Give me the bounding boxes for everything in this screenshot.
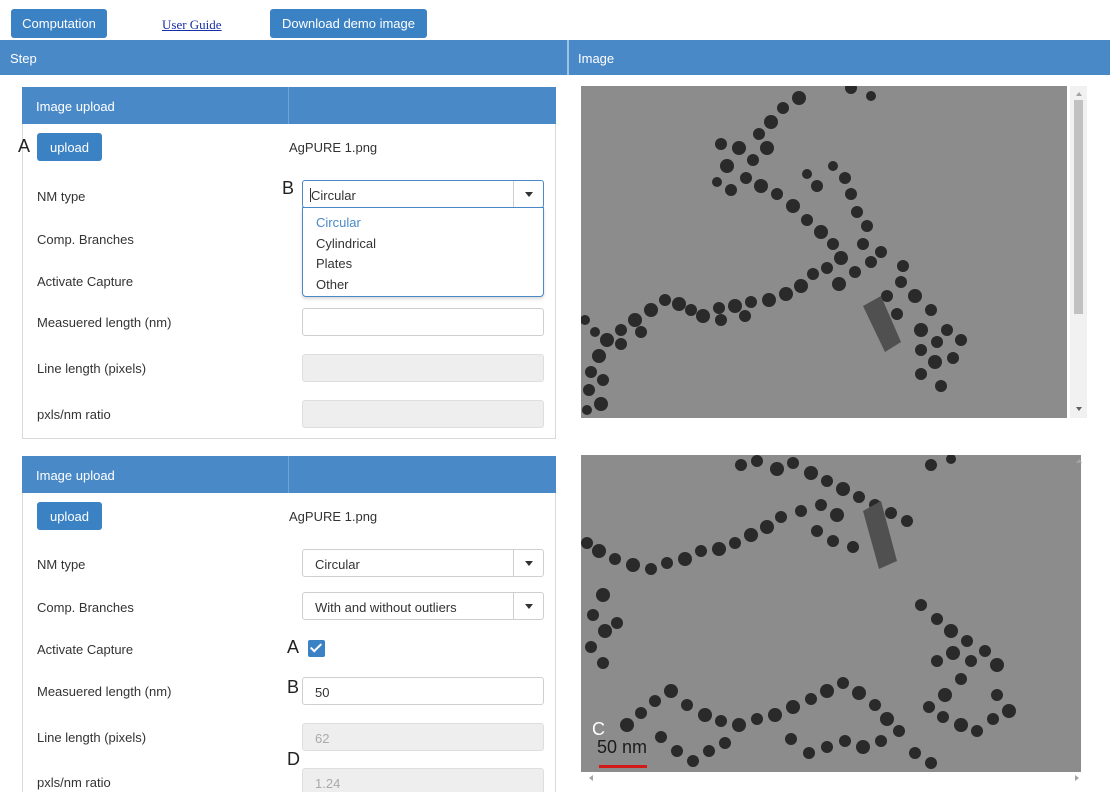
tem-image-1 <box>581 86 1067 418</box>
header-bar: Step Image <box>0 40 1110 75</box>
comp-branches-select-2[interactable]: With and without outliers <box>302 592 544 620</box>
image-column-header: Image <box>578 51 615 66</box>
panel-1-title: Image upload <box>36 99 115 114</box>
panel-2-title: Image upload <box>36 468 115 483</box>
marker-a: A <box>287 637 300 657</box>
nm-type-dropdown: Circular Cylindrical Plates Other <box>302 207 544 297</box>
chevron-down-icon[interactable] <box>513 593 543 619</box>
measured-length-label-2: Measuered length (nm) <box>37 684 172 699</box>
scroll-thumb-1[interactable] <box>1074 100 1083 314</box>
comp-branches-label-2: Comp. Branches <box>37 600 134 615</box>
scroll-right-arrow-icon[interactable] <box>1075 775 1079 781</box>
scroll-left-arrow-icon[interactable] <box>589 775 593 781</box>
line-length-label-2: Line length (pixels) <box>37 730 147 745</box>
marker-b: B <box>282 178 295 198</box>
measured-length-label-1: Measuered length (nm) <box>37 315 172 330</box>
panel-2-header-separator <box>288 456 289 493</box>
nm-type-select-value: Circular <box>311 188 356 203</box>
comp-branches-label-1: Comp. Branches <box>37 232 134 247</box>
text-cursor <box>310 188 311 202</box>
dropdown-option-other[interactable]: Other <box>316 277 349 292</box>
activate-capture-label-1: Activate Capture <box>37 274 134 289</box>
line-length-input-2: 62 <box>302 723 544 751</box>
ratio-input-1 <box>302 400 544 428</box>
activate-capture-label-2: Activate Capture <box>37 642 134 657</box>
image-viewer-2: C 50 nm <box>581 455 1089 783</box>
upload-button-2[interactable]: upload <box>37 502 102 530</box>
tem-image-1-graphic <box>581 86 1067 418</box>
line-length-label-1: Line length (pixels) <box>37 361 147 376</box>
panel-1-header: Image upload <box>22 87 556 124</box>
measured-length-input-1[interactable] <box>302 308 544 336</box>
step-column-header: Step <box>10 51 37 66</box>
nm-type-label-2: NM type <box>37 557 86 572</box>
line-length-input-1 <box>302 354 544 382</box>
filename-1: AgPURE 1.png <box>289 140 378 155</box>
marker-a: A <box>18 136 31 156</box>
comp-branches-select-value-2: With and without outliers <box>315 600 457 615</box>
scroll-down-arrow-icon[interactable] <box>1076 407 1082 411</box>
horizontal-scrollbar-2[interactable] <box>581 773 1081 783</box>
dropdown-option-plates[interactable]: Plates <box>316 256 352 271</box>
upload-button-1[interactable]: upload <box>37 133 102 161</box>
nm-type-select-1[interactable]: Circular <box>302 180 544 208</box>
marker-d: D <box>287 749 300 769</box>
activate-capture-checkbox[interactable] <box>308 640 325 657</box>
marker-b: B <box>287 677 300 697</box>
nm-type-label-1: NM type <box>37 189 86 204</box>
user-guide-link[interactable]: User Guide <box>162 17 222 33</box>
scroll-up-arrow-icon[interactable] <box>1076 92 1082 96</box>
scale-bar-label: 50 nm <box>597 737 648 757</box>
computation-button[interactable]: Computation <box>11 9 107 38</box>
vertical-scrollbar-1[interactable] <box>1070 86 1087 418</box>
dropdown-option-cylindrical[interactable]: Cylindrical <box>316 236 376 251</box>
panel-2-header: Image upload <box>22 456 556 493</box>
tem-image-2: C 50 nm <box>581 455 1081 772</box>
filename-2: AgPURE 1.png <box>289 509 378 524</box>
ratio-input-2: 1.24 <box>302 768 544 792</box>
scroll-up-arrow-icon[interactable] <box>1076 459 1082 463</box>
ratio-label-1: pxls/nm ratio <box>37 407 111 422</box>
chevron-down-icon[interactable] <box>513 181 543 207</box>
chevron-down-icon[interactable] <box>513 550 543 576</box>
measured-length-value-2: 50 <box>315 685 330 700</box>
header-divider <box>567 40 569 75</box>
scale-bar <box>599 765 647 768</box>
nm-type-select-value-2: Circular <box>315 557 360 572</box>
tem-image-2-graphic <box>581 455 1081 772</box>
download-demo-button[interactable]: Download demo image <box>270 9 427 38</box>
image-viewer-1 <box>581 86 1089 418</box>
panel-1-header-separator <box>288 87 289 124</box>
line-length-value-2: 62 <box>315 731 330 746</box>
dropdown-option-circular[interactable]: Circular <box>316 215 361 230</box>
ratio-value-2: 1.24 <box>315 776 341 791</box>
nm-type-select-2[interactable]: Circular <box>302 549 544 577</box>
measured-length-input-2[interactable]: 50 <box>302 677 544 705</box>
ratio-label-2: pxls/nm ratio <box>37 775 111 790</box>
